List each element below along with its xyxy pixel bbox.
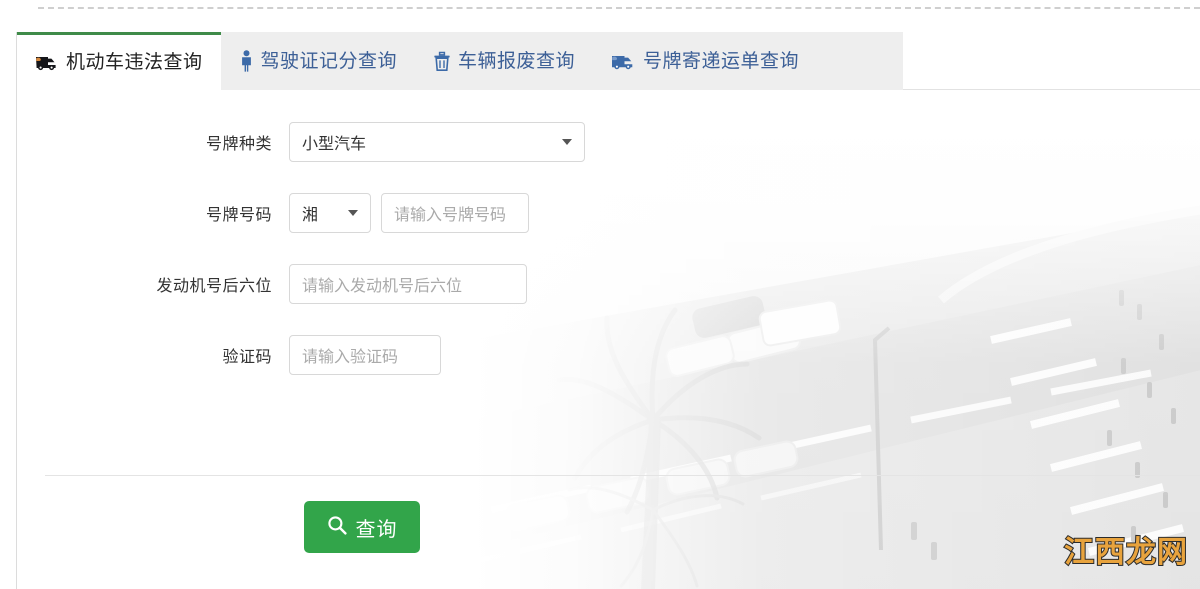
label-plate-type: 号牌种类 (205, 134, 272, 153)
tab-label: 驾驶证记分查询 (260, 49, 398, 72)
truck-icon (35, 54, 59, 71)
form-divider (45, 475, 1200, 476)
delivery-truck-icon (611, 53, 636, 70)
tab-plate-shipping[interactable]: 号牌寄递运单查询 (593, 32, 817, 90)
person-icon (239, 50, 254, 72)
search-icon (327, 515, 347, 540)
input-engine-number[interactable]: 请输入发动机号后六位 (289, 264, 527, 304)
form-row-plate-number: 号牌号码 湘 请输入号牌号码 (17, 192, 677, 234)
input-captcha-placeholder: 请输入验证码 (302, 347, 399, 366)
label-plate-number: 号牌号码 (205, 205, 272, 224)
trash-icon (433, 51, 451, 72)
tab-label: 号牌寄递运单查询 (643, 49, 800, 72)
form-row-captcha: 验证码 请输入验证码 (17, 334, 677, 376)
select-plate-type[interactable]: 小型汽车 (289, 122, 585, 162)
tab-label: 车辆报废查询 (458, 49, 576, 72)
form-row-engine-number: 发动机号后六位 请输入发动机号后六位 (17, 263, 677, 305)
search-button[interactable]: 查询 (304, 501, 420, 553)
select-plate-province[interactable]: 湘 (289, 193, 371, 233)
content-area: 号牌种类 小型汽车 号牌号码 湘 请输入号牌号码 发动机号后六位 请输入发动机号… (17, 90, 1200, 589)
select-plate-type-value: 小型汽车 (302, 134, 367, 153)
input-engine-number-placeholder: 请输入发动机号后六位 (302, 276, 463, 295)
violation-query-form: 号牌种类 小型汽车 号牌号码 湘 请输入号牌号码 发动机号后六位 请输入发动机号… (17, 90, 677, 376)
tab-label: 机动车违法查询 (66, 51, 203, 73)
tab-vehicle-scrap[interactable]: 车辆报废查询 (415, 32, 593, 90)
chevron-down-icon (348, 210, 358, 216)
input-captcha[interactable]: 请输入验证码 (289, 335, 441, 375)
chevron-down-icon (562, 139, 572, 145)
tab-bar: 机动车违法查询 驾驶证记分查询 车辆报废查询 号牌寄递运单查询 (17, 32, 903, 101)
label-captcha: 验证码 (222, 347, 272, 366)
label-engine-number: 发动机号后六位 (156, 276, 272, 295)
tab-license-points[interactable]: 驾驶证记分查询 (221, 32, 416, 90)
submit-area: 查询 (304, 501, 420, 553)
query-panel: 机动车违法查询 驾驶证记分查询 车辆报废查询 号牌寄递运单查询 号牌种类 小型汽… (16, 32, 1200, 589)
input-plate-number[interactable]: 请输入号牌号码 (381, 193, 529, 233)
search-button-label: 查询 (355, 516, 398, 541)
select-plate-province-value: 湘 (302, 205, 319, 224)
tab-vehicle-violation[interactable]: 机动车违法查询 (17, 32, 221, 101)
input-plate-number-placeholder: 请输入号牌号码 (394, 205, 507, 224)
top-dashed-divider (38, 7, 1200, 9)
site-watermark: 江西龙网 (1063, 534, 1188, 571)
form-row-plate-type: 号牌种类 小型汽车 (17, 121, 677, 163)
